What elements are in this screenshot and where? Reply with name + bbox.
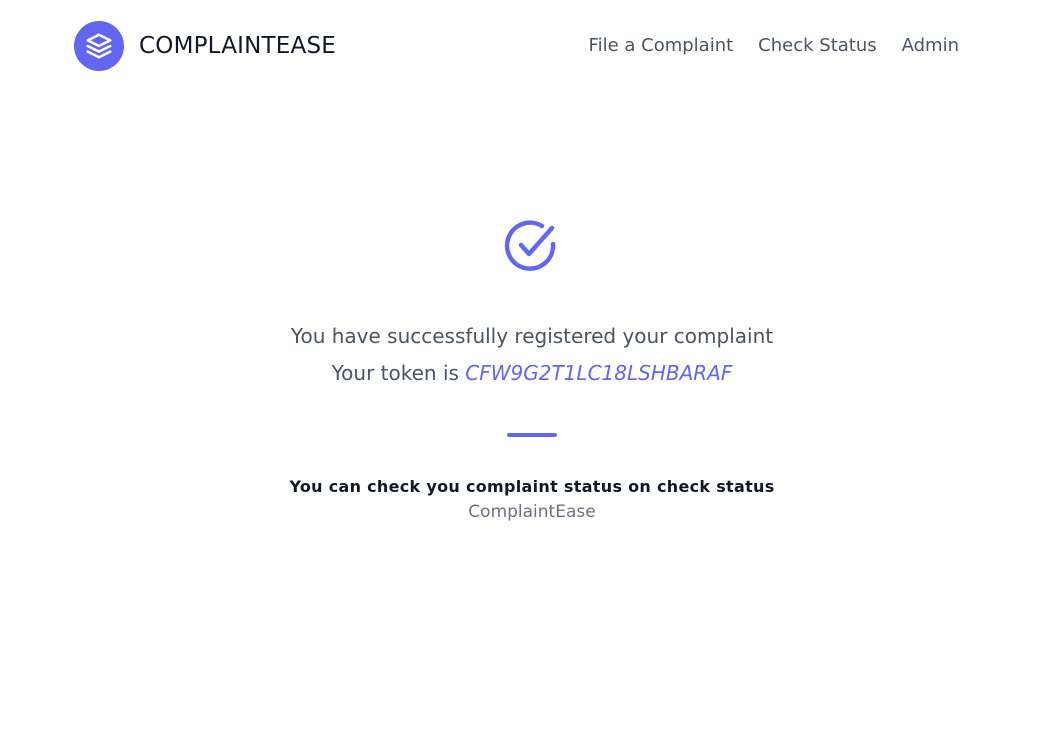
token-line: Your token is CFW9G2T1LC18LSHBARAF [0, 355, 1064, 392]
confirmation-section: You have successfully registered your co… [0, 218, 1064, 522]
success-message: You have successfully registered your co… [290, 324, 774, 348]
nav-file-complaint[interactable]: File a Complaint [589, 35, 734, 56]
brand-name: COMPLAINTEASE [139, 33, 336, 59]
token-prefix: Your token is [331, 361, 466, 385]
brand-logo-link[interactable]: COMPLAINTEASE [74, 21, 336, 71]
confirmation-message: You have successfully registered your co… [0, 318, 1064, 392]
main-nav: File a Complaint Check Status Admin [564, 35, 959, 56]
brand-footer-text: ComplaintEase [468, 502, 596, 522]
divider [507, 433, 557, 437]
nav-check-status[interactable]: Check Status [758, 35, 876, 56]
site-header: COMPLAINTEASE File a Complaint Check Sta… [0, 0, 1064, 96]
check-circle-icon [504, 218, 560, 274]
token-value: CFW9G2T1LC18LSHBARAF [465, 361, 733, 385]
nav-admin[interactable]: Admin [902, 35, 959, 56]
status-hint: You can check you complaint status on ch… [289, 477, 775, 496]
layers-icon [74, 21, 124, 71]
